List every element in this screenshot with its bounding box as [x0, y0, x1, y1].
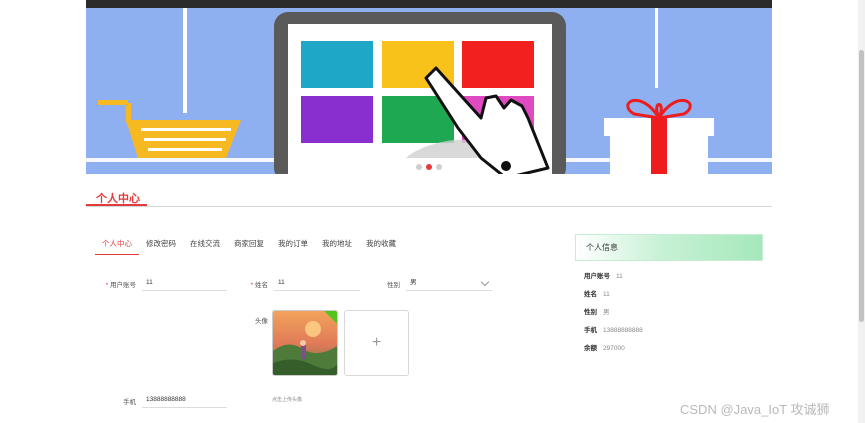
- avatar-image: [273, 311, 337, 375]
- tab-merchant-reply[interactable]: 商家回复: [227, 238, 271, 255]
- tab-personal-center[interactable]: 个人中心: [95, 238, 139, 255]
- chevron-down-icon: [480, 277, 490, 287]
- info-row-phone: 手机 13888888888: [584, 324, 643, 334]
- info-card-title: 个人信息: [575, 234, 763, 261]
- top-nav-bar: [86, 0, 772, 8]
- shopping-cart-icon: [98, 100, 241, 158]
- info-value: 11: [603, 291, 610, 298]
- required-mark: *: [105, 282, 109, 289]
- carousel-dots: [416, 164, 442, 170]
- info-key: 姓名: [584, 291, 597, 298]
- phone-field[interactable]: 13888888888: [142, 394, 227, 408]
- gender-select-value: 男: [410, 279, 417, 286]
- tab-change-password[interactable]: 修改密码: [139, 238, 183, 255]
- banner-illustration: [86, 8, 772, 174]
- name-field[interactable]: 11: [274, 277, 360, 291]
- phone-label: 手机: [123, 399, 136, 406]
- avatar-preview[interactable]: [272, 310, 338, 376]
- gender-select[interactable]: 男: [406, 277, 492, 291]
- carousel-dot[interactable]: [416, 164, 422, 170]
- personal-info-card: 个人信息 用户账号 11 姓名 11 性别男 手机 13888888888 余额 297…: [575, 234, 763, 374]
- section-divider: [86, 206, 772, 207]
- info-value: 11: [616, 273, 623, 280]
- name-label-text: 姓名: [255, 282, 268, 289]
- info-key: 手机: [584, 327, 597, 334]
- info-key: 性别: [584, 309, 597, 316]
- avatar-upload-button[interactable]: +: [344, 310, 409, 376]
- banner-carousel[interactable]: [86, 8, 772, 174]
- tab-my-address[interactable]: 我的地址: [315, 238, 359, 255]
- avatar-label: 头像: [255, 318, 268, 325]
- info-row-gender: 性别男: [584, 306, 610, 316]
- info-value: 男: [603, 309, 610, 316]
- user-center-tabs: 个人中心 修改密码 在线交流 商家回复 我的订单 我的地址 我的收藏: [95, 238, 403, 255]
- gender-label: 性别: [387, 282, 400, 289]
- tab-online-chat[interactable]: 在线交流: [183, 238, 227, 255]
- page: 个人中心 个人中心 修改密码 在线交流 商家回复 我的订单 我的地址 我的收藏 …: [0, 0, 865, 423]
- info-key: 余额: [584, 345, 597, 352]
- scrollbar[interactable]: [858, 0, 865, 423]
- info-key: 用户账号: [584, 273, 610, 280]
- carousel-dot[interactable]: [436, 164, 442, 170]
- required-mark: *: [250, 282, 254, 289]
- info-value: 297000: [603, 345, 625, 352]
- account-field[interactable]: 11: [142, 277, 227, 291]
- gift-icon: [604, 98, 714, 174]
- plus-icon: +: [371, 334, 382, 351]
- info-row-account: 用户账号 11: [584, 270, 623, 280]
- carousel-dot-active[interactable]: [426, 164, 432, 170]
- avatar-upload-tip: 点击上传头像: [272, 397, 303, 403]
- info-row-name: 姓名 11: [584, 288, 610, 298]
- tab-my-favorites[interactable]: 我的收藏: [359, 238, 403, 255]
- info-row-balance: 余额 297000: [584, 342, 625, 352]
- scrollbar-thumb[interactable]: [859, 50, 864, 322]
- watermark: CSDN @Java_IoT 攻诚狮: [680, 402, 830, 417]
- account-label-text: 用户账号: [110, 282, 136, 289]
- tab-my-orders[interactable]: 我的订单: [271, 238, 315, 255]
- info-value: 13888888888: [603, 327, 643, 334]
- name-label: * 姓名: [238, 279, 268, 289]
- account-label: * 用户账号: [96, 279, 136, 289]
